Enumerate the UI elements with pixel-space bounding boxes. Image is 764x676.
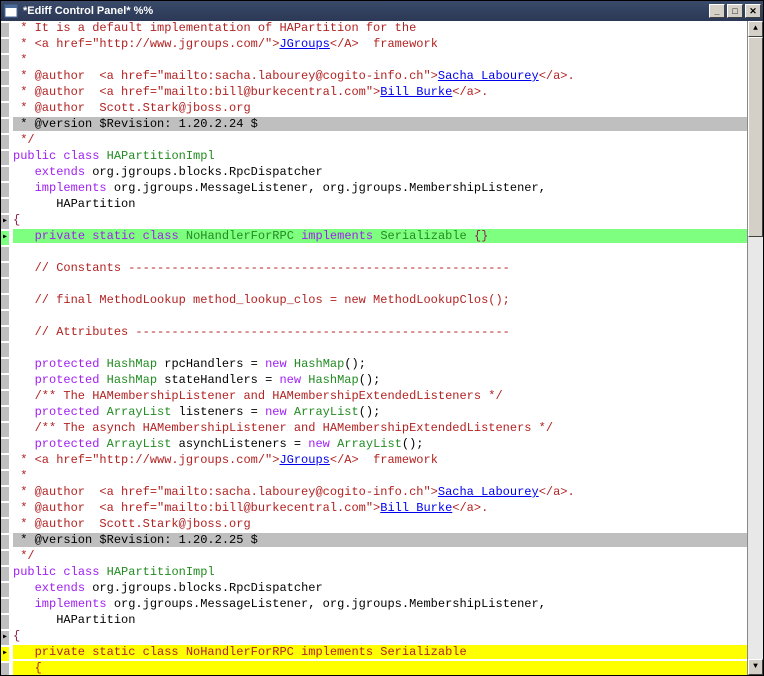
code-line: * @author Scott.Stark@jboss.org [1, 517, 747, 533]
code-line: * <a href="http://www.jgroups.com/">JGro… [1, 453, 747, 469]
code-line: { [1, 661, 747, 675]
code-line: HAPartition [1, 197, 747, 213]
code-line [1, 277, 747, 293]
code-line: */ [1, 549, 747, 565]
code-line [1, 245, 747, 261]
code-line: * <a href="http://www.jgroups.com/">JGro… [1, 37, 747, 53]
code-line: * [1, 469, 747, 485]
code-line: * @author <a href="mailto:bill@burkecent… [1, 501, 747, 517]
code-line: protected HashMap stateHandlers = new Ha… [1, 373, 747, 389]
code-line: * @version $Revision: 1.20.2.25 $ [1, 533, 747, 549]
link[interactable]: JGroups [279, 37, 329, 51]
vertical-scrollbar[interactable]: ▲ ▼ [747, 21, 763, 675]
code-line: /** The HAMembershipListener and HAMembe… [1, 389, 747, 405]
code-line: * [1, 53, 747, 69]
code-line: * @version $Revision: 1.20.2.24 $ [1, 117, 747, 133]
code-line: // final MethodLookup method_lookup_clos… [1, 293, 747, 309]
code-line: ▸{ [1, 213, 747, 229]
minimize-button[interactable]: _ [709, 4, 725, 18]
code-line: * @author Scott.Stark@jboss.org [1, 101, 747, 117]
code-line: // Attributes --------------------------… [1, 325, 747, 341]
close-button[interactable]: ✕ [745, 4, 761, 18]
code-line: protected ArrayList asynchListeners = ne… [1, 437, 747, 453]
code-line: * @author <a href="mailto:sacha.labourey… [1, 485, 747, 501]
code-line: */ [1, 133, 747, 149]
link[interactable]: Sacha Labourey [438, 485, 539, 499]
link[interactable]: JGroups [279, 453, 329, 467]
code-line: public class HAPartitionImpl [1, 565, 747, 581]
code-line [1, 309, 747, 325]
code-line: protected HashMap rpcHandlers = new Hash… [1, 357, 747, 373]
app-icon [3, 3, 19, 19]
window-buttons: _ □ ✕ [709, 4, 761, 18]
code-line: HAPartition [1, 613, 747, 629]
code-line: public class HAPartitionImpl [1, 149, 747, 165]
code-line: ▸{ [1, 629, 747, 645]
maximize-button[interactable]: □ [727, 4, 743, 18]
scrollbar-thumb[interactable] [748, 37, 763, 237]
link[interactable]: Bill Burke [380, 85, 452, 99]
code-line: ▸ private static class NoHandlerForRPC i… [1, 645, 747, 661]
code-line: protected ArrayList listeners = new Arra… [1, 405, 747, 421]
code-line: * @author <a href="mailto:sacha.labourey… [1, 69, 747, 85]
code-line: extends org.jgroups.blocks.RpcDispatcher [1, 165, 747, 181]
scroll-down-icon[interactable]: ▼ [748, 659, 763, 675]
diff-pane-a[interactable]: * It is a default implementation of HAPa… [1, 21, 747, 453]
code-line: * It is a default implementation of HAPa… [1, 21, 747, 37]
window-titlebar: *Ediff Control Panel* %% _ □ ✕ [1, 1, 763, 21]
diff-pane-b[interactable]: * <a href="http://www.jgroups.com/">JGro… [1, 453, 747, 675]
code-line: /** The asynch HAMembershipListener and … [1, 421, 747, 437]
link[interactable]: Sacha Labourey [438, 69, 539, 83]
scroll-up-icon[interactable]: ▲ [748, 21, 763, 37]
code-line: // Constants ---------------------------… [1, 261, 747, 277]
code-line: extends org.jgroups.blocks.RpcDispatcher [1, 581, 747, 597]
code-line: implements org.jgroups.MessageListener, … [1, 181, 747, 197]
window-title: *Ediff Control Panel* %% [23, 4, 709, 18]
link[interactable]: Bill Burke [380, 501, 452, 515]
code-line: implements org.jgroups.MessageListener, … [1, 597, 747, 613]
code-line: * @author <a href="mailto:bill@burkecent… [1, 85, 747, 101]
code-line: ▸ private static class NoHandlerForRPC i… [1, 229, 747, 245]
code-line [1, 341, 747, 357]
